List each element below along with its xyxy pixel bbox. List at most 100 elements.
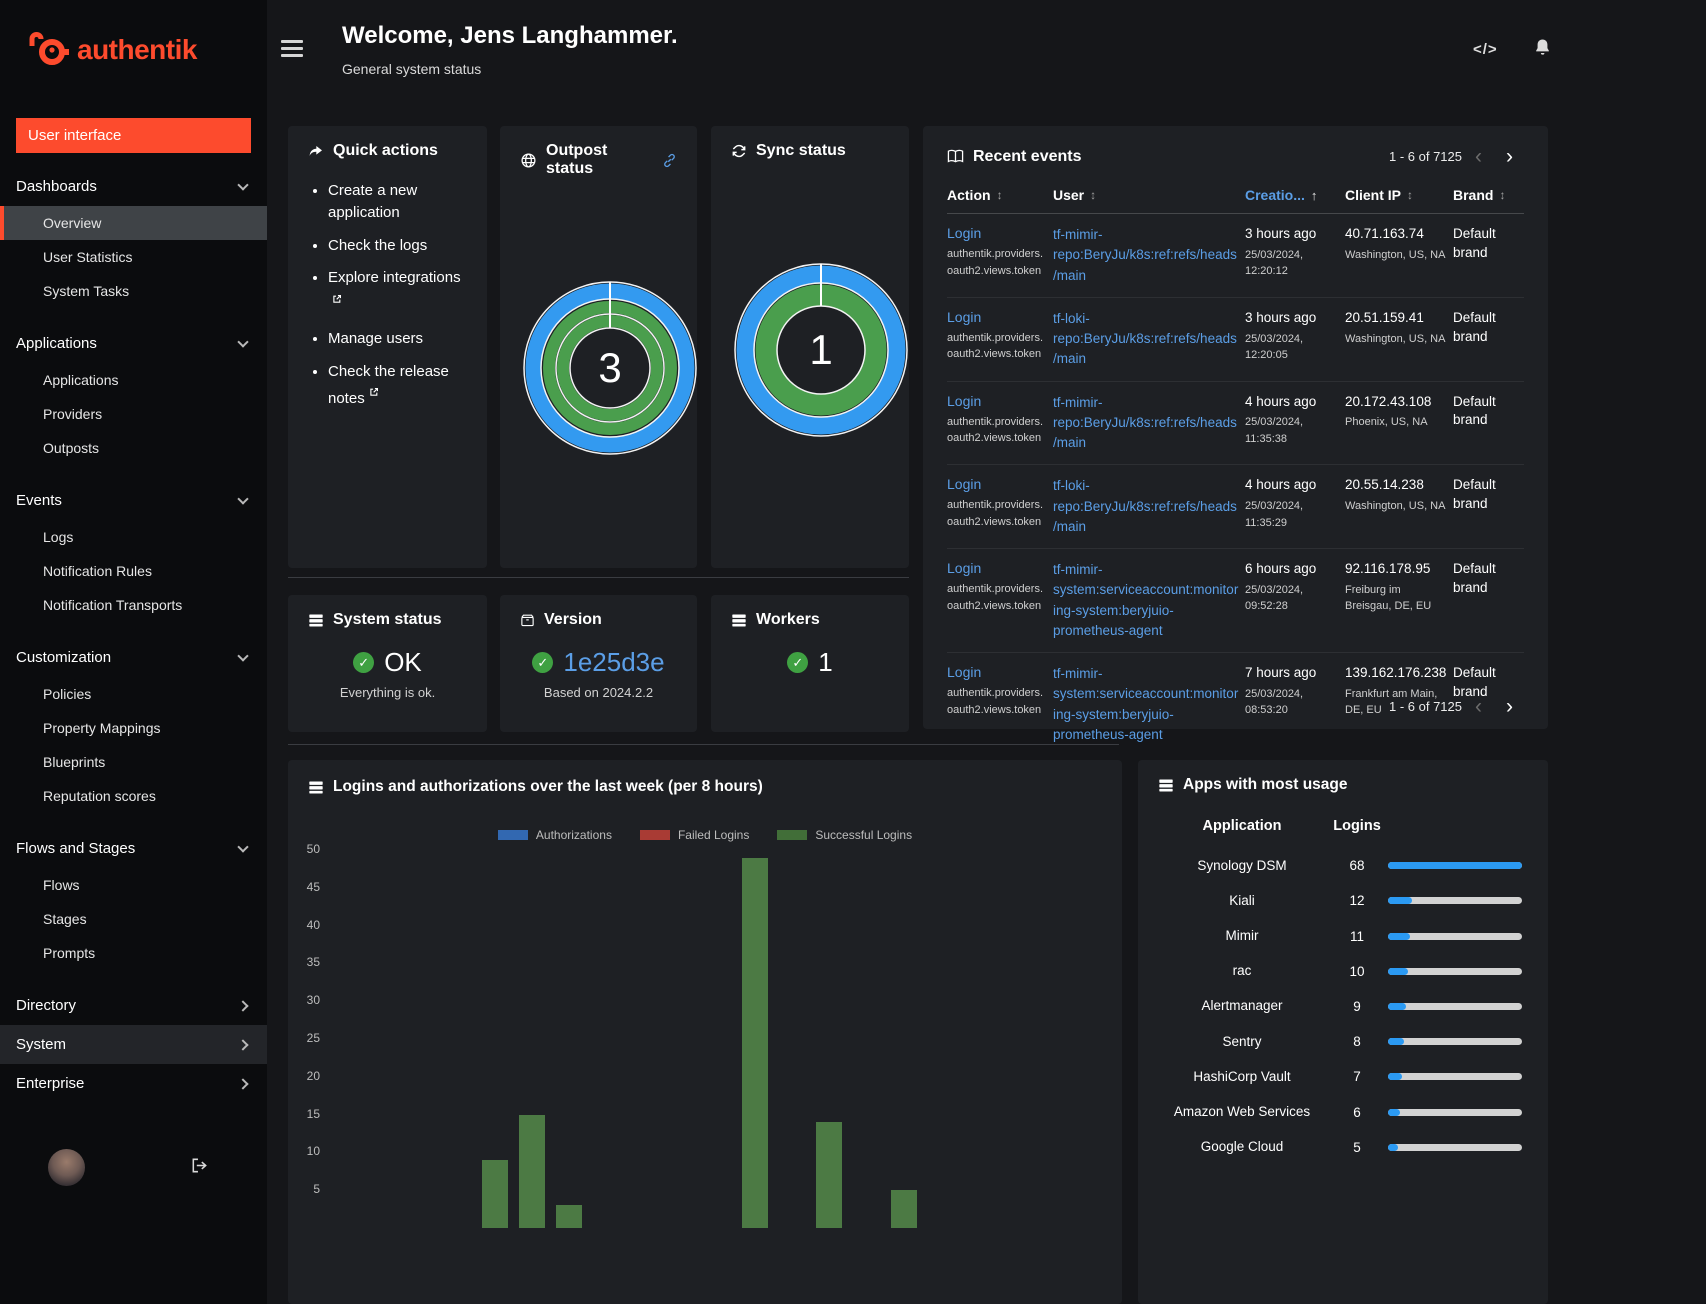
app-name: Synology DSM bbox=[1197, 857, 1287, 873]
app-root: authentik User interface Dashboards Overv… bbox=[0, 0, 1706, 1304]
quick-action-check-the-logs[interactable]: Check the logs bbox=[328, 235, 467, 257]
authentik-logo[interactable]: authentik bbox=[0, 0, 267, 72]
chart-bar[interactable] bbox=[816, 1122, 843, 1228]
sidebar-item-stages[interactable]: Stages bbox=[0, 902, 267, 936]
recent-events-title: Recent events bbox=[947, 148, 1082, 166]
usage-bar-track bbox=[1388, 932, 1522, 940]
nav-group-customization: Customization Policies Property Mappings Bl… bbox=[0, 638, 267, 813]
sidebar-item-system-tasks[interactable]: System Tasks bbox=[0, 274, 267, 308]
nav-group-events: Events Logs Notification Rules Notification… bbox=[0, 481, 267, 622]
table-row: Login authentik.providers.oauth2.views.to… bbox=[947, 465, 1524, 549]
column-header-creatio[interactable]: Creatio... ↑ bbox=[1245, 187, 1339, 203]
table-row: Login authentik.providers.oauth2.views.to… bbox=[947, 298, 1524, 382]
chart-bar[interactable] bbox=[742, 857, 769, 1228]
sidebar-group-events[interactable]: Events bbox=[0, 481, 267, 520]
chart-bar[interactable] bbox=[519, 1114, 546, 1228]
sidebar-group-dashboards[interactable]: Dashboards bbox=[0, 167, 267, 206]
sidebar-item-overview[interactable]: Overview bbox=[0, 206, 267, 240]
sync-status-card: Sync status 1 bbox=[711, 126, 909, 568]
sidebar-group-flows-and-stages[interactable]: Flows and Stages bbox=[0, 829, 267, 868]
sidebar-item-policies[interactable]: Policies bbox=[0, 677, 267, 711]
page-title: Welcome, Jens Langhammer. bbox=[342, 22, 678, 49]
system-status-value: OK bbox=[384, 647, 422, 677]
quick-action-check-the-release-notes[interactable]: Check the release notes bbox=[328, 361, 467, 411]
table-row: Kiali 12 bbox=[1158, 883, 1528, 918]
sidebar-group-directory[interactable]: Directory bbox=[0, 986, 267, 1025]
sidebar-group-applications[interactable]: Applications bbox=[0, 324, 267, 363]
pagination-prev-icon[interactable]: ‹ bbox=[1464, 696, 1493, 717]
event-user-link[interactable]: tf-mimir-repo:BeryJu/k8s:ref:refs/heads/… bbox=[1053, 227, 1237, 283]
event-user-link[interactable]: tf-mimir-system:serviceaccount:monitorin… bbox=[1053, 562, 1238, 638]
sidebar-item-user-statistics[interactable]: User Statistics bbox=[0, 240, 267, 274]
book-icon bbox=[947, 149, 964, 163]
quick-action-explore-integrations[interactable]: Explore integrations bbox=[328, 267, 467, 317]
usage-bar-fill bbox=[1388, 897, 1412, 905]
column-header-brand[interactable]: Brand ↕ bbox=[1453, 187, 1524, 203]
event-action-link[interactable]: Login bbox=[947, 309, 981, 325]
sidebar-item-logs[interactable]: Logs bbox=[0, 520, 267, 554]
sidebar-item-flows[interactable]: Flows bbox=[0, 868, 267, 902]
legend-item-successful-logins[interactable]: Successful Logins bbox=[777, 828, 912, 842]
event-creation-cell: 4 hours ago 25/03/2024, 11:35:29 bbox=[1245, 476, 1339, 537]
user-interface-button[interactable]: User interface bbox=[16, 118, 251, 153]
sidebar-item-applications[interactable]: Applications bbox=[0, 363, 267, 397]
system-status-card: System status OK Everything is ok. bbox=[288, 595, 487, 732]
column-label: Creatio... bbox=[1245, 187, 1305, 203]
sidebar-item-reputation-scores[interactable]: Reputation scores bbox=[0, 779, 267, 813]
card-title-text: Logins and authorizations over the last … bbox=[333, 778, 763, 795]
sidebar-item-notification-transports[interactable]: Notification Transports bbox=[0, 588, 267, 622]
hamburger-menu-icon[interactable] bbox=[281, 40, 303, 61]
chart-bar[interactable] bbox=[482, 1159, 509, 1228]
sidebar-group-enterprise[interactable]: Enterprise bbox=[0, 1064, 267, 1103]
sidebar-item-property-mappings[interactable]: Property Mappings bbox=[0, 711, 267, 745]
sidebar-group-system[interactable]: System bbox=[0, 1025, 267, 1064]
api-code-icon[interactable]: </> bbox=[1473, 41, 1498, 58]
event-client-geo: Washington, US, NA bbox=[1345, 500, 1446, 513]
logout-icon[interactable] bbox=[190, 1157, 209, 1179]
quick-action-manage-users[interactable]: Manage users bbox=[328, 328, 467, 350]
legend-item-failed-logins[interactable]: Failed Logins bbox=[639, 828, 749, 842]
pagination-next-icon[interactable]: › bbox=[1495, 696, 1524, 717]
legend-label: Successful Logins bbox=[815, 828, 913, 842]
app-login-count: 11 bbox=[1349, 928, 1364, 944]
usage-bar-fill bbox=[1388, 1108, 1400, 1116]
event-action-link[interactable]: Login bbox=[947, 560, 981, 576]
event-user-link[interactable]: tf-mimir-repo:BeryJu/k8s:ref:refs/heads/… bbox=[1053, 395, 1237, 451]
event-user-link[interactable]: tf-mimir-system:serviceaccount:monitorin… bbox=[1053, 666, 1238, 742]
sidebar-item-outposts[interactable]: Outposts bbox=[0, 431, 267, 465]
event-action-link[interactable]: Login bbox=[947, 476, 981, 492]
pagination-prev-icon[interactable]: ‹ bbox=[1464, 146, 1493, 167]
column-header-client-ip[interactable]: Client IP ↕ bbox=[1345, 187, 1447, 203]
quick-action-create-a-new-application[interactable]: Create a new application bbox=[328, 180, 467, 224]
event-user-link[interactable]: tf-loki-repo:BeryJu/k8s:ref:refs/heads/m… bbox=[1053, 311, 1237, 367]
app-name: HashiCorp Vault bbox=[1193, 1068, 1291, 1084]
pagination-next-icon[interactable]: › bbox=[1495, 146, 1524, 167]
outpost-link-icon[interactable] bbox=[662, 153, 677, 168]
column-header-user[interactable]: User ↕ bbox=[1053, 187, 1239, 203]
event-action-link[interactable]: Login bbox=[947, 664, 981, 680]
nav-group-label: Applications bbox=[16, 335, 97, 352]
legend-item-authorizations[interactable]: Authorizations bbox=[497, 828, 612, 842]
nav-group-applications: Applications Applications Providers Outpost… bbox=[0, 324, 267, 465]
column-header-action[interactable]: Action ↕ bbox=[947, 187, 1047, 203]
sidebar-item-blueprints[interactable]: Blueprints bbox=[0, 745, 267, 779]
nav-items: Flows Stages Prompts bbox=[0, 868, 267, 970]
sidebar-item-prompts[interactable]: Prompts bbox=[0, 936, 267, 970]
notifications-bell-icon[interactable] bbox=[1533, 37, 1552, 62]
sidebar-item-notification-rules[interactable]: Notification Rules bbox=[0, 554, 267, 588]
nav-group-enterprise: Enterprise bbox=[0, 1064, 267, 1103]
event-action-link[interactable]: Login bbox=[947, 225, 981, 241]
pagination-top: 1 - 6 of 7125 ‹ › bbox=[1389, 146, 1524, 167]
sidebar-item-providers[interactable]: Providers bbox=[0, 397, 267, 431]
event-client-ip-cell: 92.116.178.95 Freiburg im Breisgau, DE, E… bbox=[1345, 560, 1447, 641]
chart-bar[interactable] bbox=[556, 1205, 583, 1228]
event-client-ip-cell: 20.55.14.238 Washington, US, NA bbox=[1345, 476, 1447, 537]
chevron-down-icon bbox=[237, 649, 249, 662]
event-action-link[interactable]: Login bbox=[947, 393, 981, 409]
version-value-link[interactable]: 1e25d3e bbox=[563, 647, 664, 678]
chart-bar[interactable] bbox=[890, 1190, 917, 1228]
event-user-link[interactable]: tf-loki-repo:BeryJu/k8s:ref:refs/heads/m… bbox=[1053, 478, 1237, 534]
avatar[interactable] bbox=[48, 1149, 85, 1186]
nav-group-label: Flows and Stages bbox=[16, 840, 136, 857]
sidebar-group-customization[interactable]: Customization bbox=[0, 638, 267, 677]
